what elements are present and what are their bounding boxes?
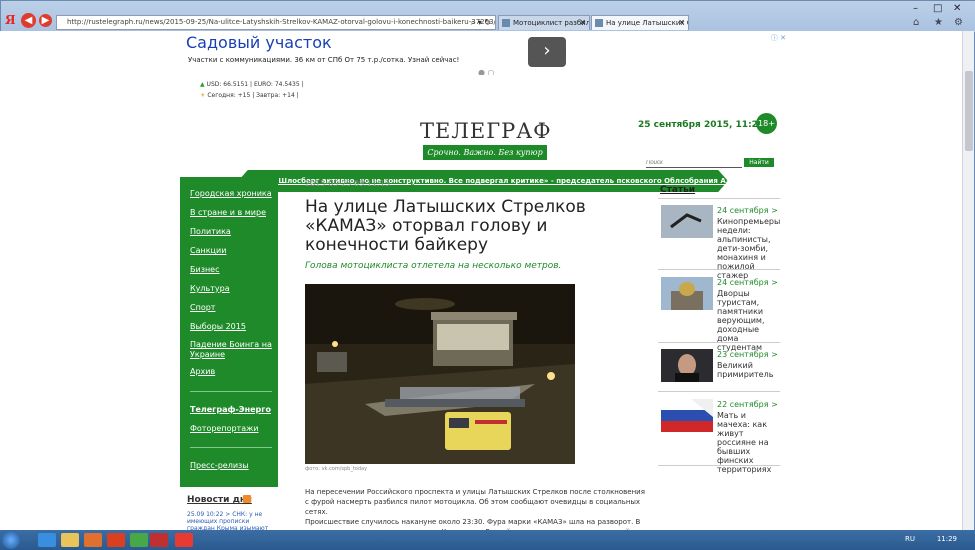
yandex-logo[interactable]: Я — [5, 13, 16, 27]
sidebar-item-date[interactable]: 24 сентября > — [717, 278, 778, 287]
url-text: http://rustelegraph.ru/news/2015-09-25/N… — [67, 18, 496, 26]
gear-icon[interactable]: ⚙ — [954, 17, 963, 28]
app-icon[interactable] — [107, 533, 125, 547]
favorites-icon[interactable]: ★ — [934, 17, 943, 28]
sidebar-divider — [658, 391, 780, 392]
article-photo[interactable] — [305, 284, 575, 464]
portrait-image — [661, 349, 713, 382]
article-subtitle: Голова мотоциклиста отлетела на нескольк… — [305, 261, 562, 271]
nav-item-country-world[interactable]: В стране и в мире — [190, 208, 274, 218]
sidebar-title[interactable]: Статьи — [660, 185, 695, 195]
ad-text: Участки с коммуникациями. 36 км от СПб О… — [188, 56, 460, 64]
ad-next-button[interactable]: › — [528, 37, 566, 67]
nav-item-photo-reports[interactable]: Фоторепортажи — [190, 424, 274, 434]
article-thumbnail[interactable] — [661, 277, 713, 310]
nav-item-politics[interactable]: Политика — [190, 227, 274, 237]
climber-image — [661, 205, 713, 238]
close-icon[interactable]: ✕ — [579, 16, 586, 30]
address-bar[interactable]: http://rustelegraph.ru/news/2015-09-25/N… — [56, 15, 496, 30]
nav-item-sport[interactable]: Спорт — [190, 303, 274, 313]
article-paragraph: На пересечении Российского проспекта и у… — [305, 488, 645, 516]
ad-title[interactable]: Садовый участок — [186, 33, 332, 52]
news-day-item[interactable]: 25.09 10:22 > СНК: у не имеющих прописки… — [187, 511, 272, 530]
nav-item-elections[interactable]: Выборы 2015 — [190, 322, 274, 332]
sidebar-item-text[interactable]: Кинопремьеры недели: альпинисты, дети-зо… — [717, 217, 781, 280]
logo-text: ТЕЛЕГРАФ — [420, 119, 552, 143]
favicon-icon — [502, 19, 510, 27]
rss-icon[interactable] — [243, 495, 251, 503]
nav-item-sanctions[interactable]: Санкции — [190, 246, 274, 256]
browser-toolbar: Я ◀ ▶ http://rustelegraph.ru/news/2015-0… — [1, 1, 975, 32]
night-accident-photo — [305, 284, 575, 464]
article-thumbnail[interactable] — [661, 205, 713, 238]
tab-latvian-riflemen[interactable]: На улице Латышских Стре... ✕ — [591, 15, 689, 30]
news-of-day: Новости дня 25.09 10:22 > СНК: у не имею… — [180, 487, 278, 530]
nav-item-press-releases[interactable]: Пресс-релизы — [190, 461, 274, 471]
page-viewport: Садовый участок Участки с коммуникациями… — [0, 31, 962, 530]
yandex-taskbar-icon[interactable] — [175, 533, 193, 547]
search-button[interactable]: Найти — [744, 158, 774, 167]
app-icon[interactable] — [130, 533, 148, 547]
start-button[interactable] — [2, 531, 20, 549]
language-indicator[interactable]: RU — [905, 535, 915, 543]
ad-close-icon[interactable]: ⓘ ✕ — [771, 33, 786, 43]
site-logo[interactable]: ТЕЛЕГРАФ Срочно. Важно. Без купюр — [420, 119, 552, 160]
tab-motorcyclist[interactable]: Мотоциклист разбился насм... ✕ — [498, 15, 590, 30]
folder-icon[interactable] — [61, 533, 79, 547]
article-thumbnail[interactable] — [661, 349, 713, 382]
sidebar-item-date[interactable]: 22 сентября > — [717, 400, 778, 409]
article-thumbnail[interactable] — [661, 399, 713, 432]
nav-item-city-chronicle[interactable]: Городская хроника — [190, 189, 274, 199]
category-sidebar: Городская хроника В стране и в мире Поли… — [180, 177, 278, 530]
logo-tagline: Срочно. Важно. Без купюр — [423, 145, 547, 160]
windows-taskbar: RU 11:29 — [0, 530, 975, 550]
back-button[interactable]: ◀ — [21, 13, 36, 28]
up-arrow-icon: ▲ — [200, 81, 205, 88]
nav-item-archive[interactable]: Архив — [190, 367, 274, 377]
sun-icon: ☀ — [200, 92, 206, 99]
weather-row: ☀ Сегодня: +15 | Завтра: +14 | — [200, 92, 299, 99]
cathedral-image — [661, 277, 713, 310]
sidebar-divider — [658, 342, 780, 343]
nav-item-energo[interactable]: Телеграф-Энерго — [190, 405, 274, 415]
close-icon[interactable]: ✕ — [678, 16, 685, 30]
clock[interactable]: 11:29 — [937, 535, 957, 543]
ie-icon[interactable] — [38, 533, 56, 547]
sidebar-divider — [658, 198, 780, 199]
search-input[interactable] — [646, 159, 742, 168]
vertical-scrollbar[interactable] — [962, 31, 974, 530]
home-icon[interactable]: ⌂ — [913, 17, 919, 28]
close-window-icon[interactable]: ✕ — [953, 3, 961, 14]
article-title: На улице Латышских Стрелков «КАМАЗ» отор… — [305, 197, 586, 255]
minimize-icon[interactable]: – — [913, 3, 918, 14]
sidebar-divider — [658, 465, 780, 466]
forward-button[interactable]: ▶ — [39, 14, 52, 27]
tab-title: На улице Латышских Стре... — [606, 19, 688, 27]
favicon-icon — [595, 19, 603, 27]
maximize-icon[interactable]: □ — [933, 3, 942, 14]
nav-item-culture[interactable]: Культура — [190, 284, 274, 294]
article-paragraph: Происшествие случилось накануне около 23… — [305, 518, 641, 530]
scrollbar-thumb[interactable] — [965, 71, 973, 151]
article-date: 2015-09-25 09:11:13 — [305, 179, 390, 188]
app-icon[interactable] — [150, 533, 168, 547]
sidebar-item-date[interactable]: 23 сентября > — [717, 350, 778, 359]
media-icon[interactable] — [84, 533, 102, 547]
search-icon[interactable]: ⌕ ▾ ↻ — [471, 16, 491, 29]
age-badge: 18+ — [756, 113, 777, 134]
currency-rates: ▲ USD: 66.5151 | EURO: 74.5435 | — [200, 81, 304, 88]
nav-item-boeing[interactable]: Падение Боинга на Украине — [190, 340, 274, 360]
ad-block[interactable]: Садовый участок Участки с коммуникациями… — [180, 31, 788, 77]
sidebar-item-date[interactable]: 24 сентября > — [717, 206, 778, 215]
photo-credit: фото: vk.com/spb_today — [305, 466, 368, 472]
sidebar-item-text[interactable]: Великий примиритель — [717, 361, 781, 379]
sidebar-divider — [658, 269, 780, 270]
nav-divider — [190, 447, 272, 448]
flags-image — [661, 399, 713, 432]
current-date: 25 сентября 2015, 11:29 — [638, 120, 765, 130]
nav-item-business[interactable]: Бизнес — [190, 265, 274, 275]
nav-divider — [190, 391, 272, 392]
